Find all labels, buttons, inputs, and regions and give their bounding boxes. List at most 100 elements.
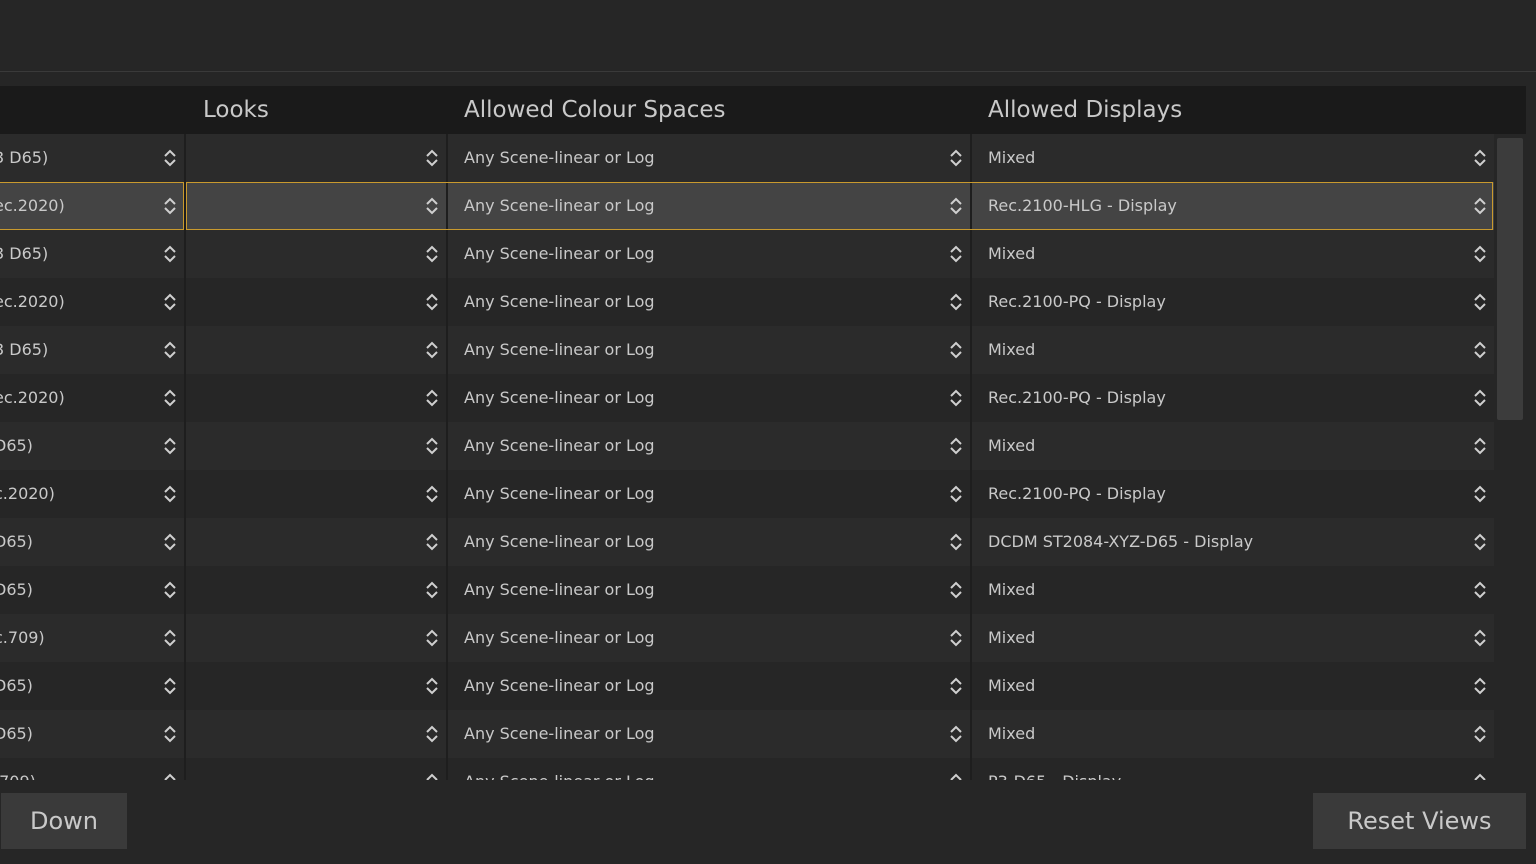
up-down-arrows-icon[interactable] (1474, 772, 1486, 780)
table-row[interactable]: D65) Any Scene-linear or Log DCDM ST2084-X… (0, 518, 1494, 566)
up-down-arrows-icon[interactable] (950, 196, 962, 216)
view-cell[interactable]: D65) (0, 422, 33, 470)
up-down-arrows-icon[interactable] (426, 292, 438, 312)
up-down-arrows-icon[interactable] (426, 772, 438, 780)
up-down-arrows-icon[interactable] (950, 244, 962, 264)
colour-space-cell[interactable]: Any Scene-linear or Log (464, 182, 655, 230)
table-row[interactable]: ec.2020) Any Scene-linear or Log Rec.2100-… (0, 278, 1494, 326)
up-down-arrows-icon[interactable] (164, 580, 176, 600)
table-row[interactable]: ec.2020) Any Scene-linear or Log Rec.2100-… (0, 374, 1494, 422)
up-down-arrows-icon[interactable] (426, 196, 438, 216)
up-down-arrows-icon[interactable] (950, 436, 962, 456)
display-cell[interactable]: Mixed (988, 326, 1035, 374)
view-cell[interactable]: 3 D65) (0, 230, 48, 278)
up-down-arrows-icon[interactable] (950, 484, 962, 504)
colour-space-cell[interactable]: Any Scene-linear or Log (464, 614, 655, 662)
colour-space-cell[interactable]: Any Scene-linear or Log (464, 134, 655, 182)
up-down-arrows-icon[interactable] (164, 244, 176, 264)
up-down-arrows-icon[interactable] (164, 628, 176, 648)
up-down-arrows-icon[interactable] (164, 676, 176, 696)
view-cell[interactable]: ec.2020) (0, 278, 65, 326)
up-down-arrows-icon[interactable] (164, 772, 176, 780)
display-cell[interactable]: Mixed (988, 422, 1035, 470)
up-down-arrows-icon[interactable] (950, 628, 962, 648)
display-cell[interactable]: DCDM ST2084-XYZ-D65 - Display (988, 518, 1253, 566)
up-down-arrows-icon[interactable] (1474, 340, 1486, 360)
view-cell[interactable]: .709) (0, 758, 36, 780)
display-cell[interactable]: Mixed (988, 662, 1035, 710)
display-cell[interactable]: Mixed (988, 230, 1035, 278)
display-cell[interactable]: Mixed (988, 614, 1035, 662)
up-down-arrows-icon[interactable] (426, 484, 438, 504)
up-down-arrows-icon[interactable] (1474, 580, 1486, 600)
colour-space-cell[interactable]: Any Scene-linear or Log (464, 326, 655, 374)
view-cell[interactable]: D65) (0, 662, 33, 710)
up-down-arrows-icon[interactable] (950, 772, 962, 780)
up-down-arrows-icon[interactable] (950, 388, 962, 408)
up-down-arrows-icon[interactable] (426, 148, 438, 168)
up-down-arrows-icon[interactable] (426, 388, 438, 408)
up-down-arrows-icon[interactable] (426, 676, 438, 696)
up-down-arrows-icon[interactable] (164, 292, 176, 312)
up-down-arrows-icon[interactable] (1474, 724, 1486, 744)
colour-space-cell[interactable]: Any Scene-linear or Log (464, 374, 655, 422)
up-down-arrows-icon[interactable] (426, 628, 438, 648)
table-row[interactable]: c.709) Any Scene-linear or Log Mixed (0, 614, 1494, 662)
view-cell[interactable]: ec.2020) (0, 182, 65, 230)
table-row[interactable]: ec.2020) Any Scene-linear or Log Rec.2100-… (0, 182, 1494, 230)
up-down-arrows-icon[interactable] (426, 244, 438, 264)
up-down-arrows-icon[interactable] (164, 484, 176, 504)
up-down-arrows-icon[interactable] (164, 340, 176, 360)
display-cell[interactable]: Mixed (988, 134, 1035, 182)
table-row[interactable]: 3 D65) Any Scene-linear or Log Mixed (0, 134, 1494, 182)
display-cell[interactable]: Rec.2100-PQ - Display (988, 278, 1166, 326)
up-down-arrows-icon[interactable] (950, 580, 962, 600)
up-down-arrows-icon[interactable] (950, 676, 962, 696)
up-down-arrows-icon[interactable] (1474, 676, 1486, 696)
up-down-arrows-icon[interactable] (164, 436, 176, 456)
colour-space-cell[interactable]: Any Scene-linear or Log (464, 230, 655, 278)
up-down-arrows-icon[interactable] (426, 436, 438, 456)
down-button[interactable]: Down (1, 793, 127, 849)
display-cell[interactable]: Rec.2100-HLG - Display (988, 182, 1177, 230)
table-row[interactable]: D65) Any Scene-linear or Log Mixed (0, 662, 1494, 710)
colour-space-cell[interactable]: Any Scene-linear or Log (464, 470, 655, 518)
display-cell[interactable]: Rec.2100-PQ - Display (988, 374, 1166, 422)
up-down-arrows-icon[interactable] (164, 196, 176, 216)
up-down-arrows-icon[interactable] (1474, 532, 1486, 552)
vertical-scrollbar-thumb[interactable] (1497, 138, 1523, 420)
up-down-arrows-icon[interactable] (950, 148, 962, 168)
display-cell[interactable]: P3-D65 - Display (988, 758, 1121, 780)
table-row[interactable]: D65) Any Scene-linear or Log Mixed (0, 422, 1494, 470)
view-cell[interactable]: D65) (0, 518, 33, 566)
up-down-arrows-icon[interactable] (1474, 436, 1486, 456)
view-cell[interactable]: D65) (0, 710, 33, 758)
header-allowed-colour-spaces[interactable]: Allowed Colour Spaces (464, 86, 725, 134)
up-down-arrows-icon[interactable] (1474, 244, 1486, 264)
up-down-arrows-icon[interactable] (950, 292, 962, 312)
table-row[interactable]: D65) Any Scene-linear or Log Mixed (0, 710, 1494, 758)
colour-space-cell[interactable]: Any Scene-linear or Log (464, 518, 655, 566)
up-down-arrows-icon[interactable] (164, 148, 176, 168)
up-down-arrows-icon[interactable] (164, 388, 176, 408)
table-row[interactable]: 3 D65) Any Scene-linear or Log Mixed (0, 230, 1494, 278)
reset-views-button[interactable]: Reset Views (1313, 793, 1526, 849)
table-row[interactable]: .709) Any Scene-linear or Log P3-D65 - Dis… (0, 758, 1494, 780)
up-down-arrows-icon[interactable] (1474, 388, 1486, 408)
up-down-arrows-icon[interactable] (950, 724, 962, 744)
colour-space-cell[interactable]: Any Scene-linear or Log (464, 278, 655, 326)
up-down-arrows-icon[interactable] (1474, 484, 1486, 504)
colour-space-cell[interactable]: Any Scene-linear or Log (464, 758, 655, 780)
header-looks[interactable]: Looks (203, 86, 269, 134)
table-row[interactable]: D65) Any Scene-linear or Log Mixed (0, 566, 1494, 614)
view-cell[interactable]: D65) (0, 566, 33, 614)
colour-space-cell[interactable]: Any Scene-linear or Log (464, 710, 655, 758)
up-down-arrows-icon[interactable] (426, 580, 438, 600)
up-down-arrows-icon[interactable] (950, 340, 962, 360)
view-cell[interactable]: c.2020) (0, 470, 55, 518)
up-down-arrows-icon[interactable] (1474, 628, 1486, 648)
colour-space-cell[interactable]: Any Scene-linear or Log (464, 566, 655, 614)
colour-space-cell[interactable]: Any Scene-linear or Log (464, 422, 655, 470)
up-down-arrows-icon[interactable] (1474, 196, 1486, 216)
view-cell[interactable]: 3 D65) (0, 326, 48, 374)
